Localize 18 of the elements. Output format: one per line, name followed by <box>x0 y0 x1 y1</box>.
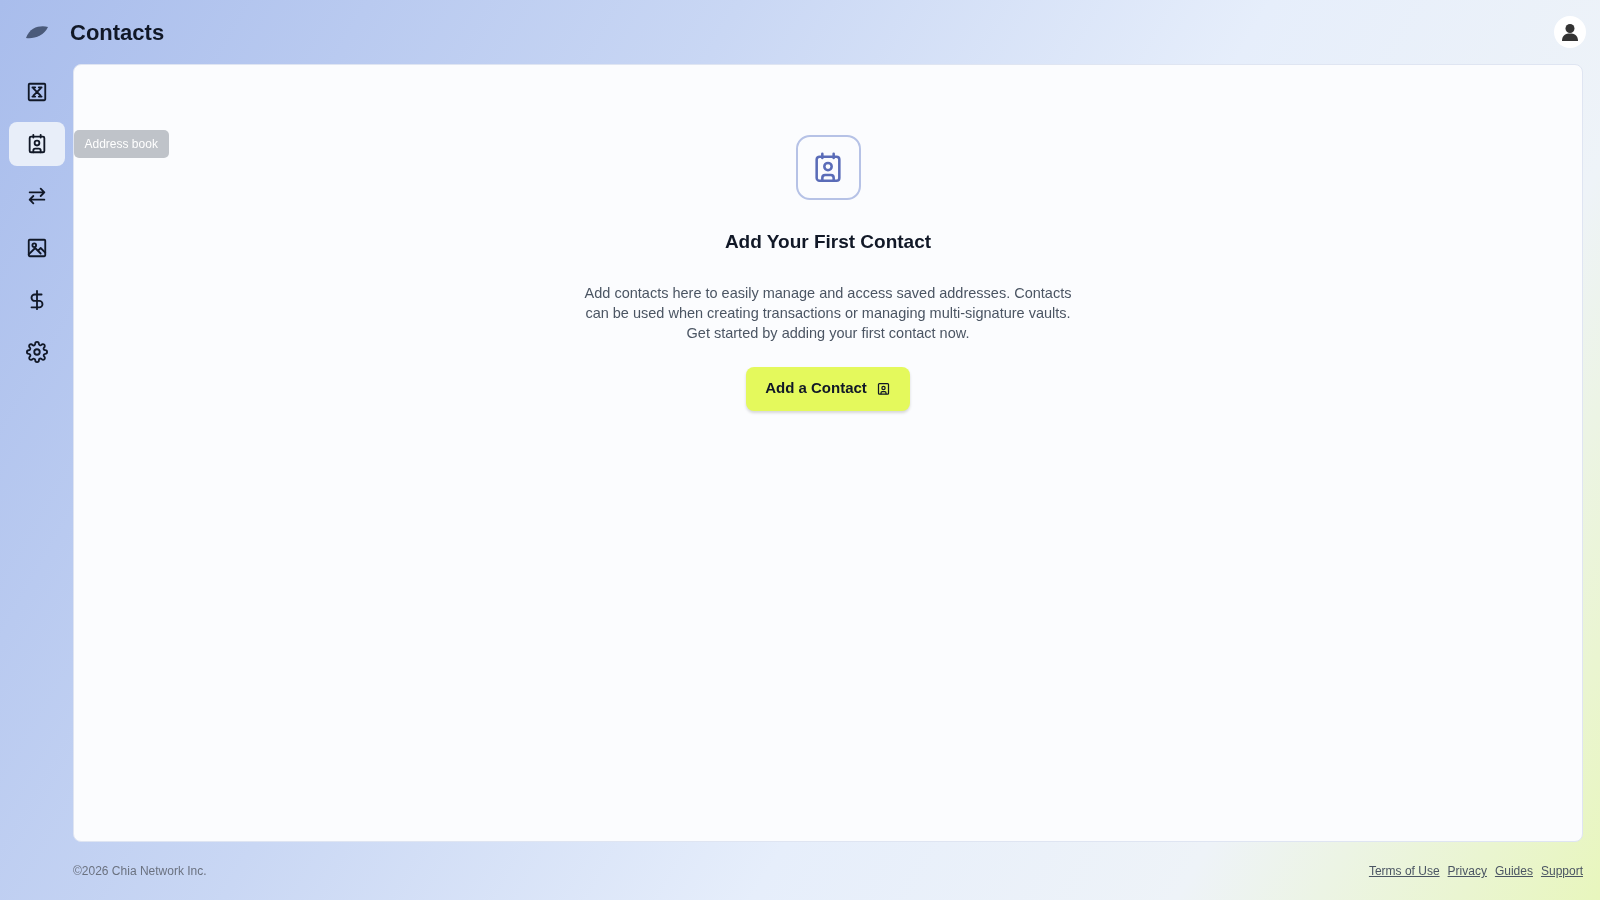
settings-icon <box>25 341 48 363</box>
user-icon <box>1560 22 1580 42</box>
sidebar-nav-button[interactable] <box>8 122 65 166</box>
contact-card-icon <box>875 381 891 396</box>
box-icon <box>25 81 48 103</box>
empty-state-title: Add Your First Contact <box>724 230 932 254</box>
footer-link[interactable]: Guides <box>1494 862 1533 880</box>
tooltip: Address book <box>73 130 169 158</box>
footer-link[interactable]: Privacy <box>1447 862 1487 880</box>
add-contact-button[interactable]: Add a Contact <box>746 366 910 411</box>
profile-button[interactable] <box>1554 16 1586 48</box>
page-title: Contacts <box>70 18 165 47</box>
copyright-text: ©2026 Chia Network Inc. <box>73 863 207 880</box>
leaf-logo-icon <box>24 24 50 40</box>
empty-state-description: Add contacts here to easily manage and access saved addresses. Contacts can be used when creating transactions or managing multi-signature vaults. Get started by adding your first contact now. <box>583 283 1073 343</box>
footer-link[interactable]: Terms of Use <box>1368 862 1440 880</box>
footer-link[interactable]: Support <box>1540 862 1583 880</box>
image-icon <box>25 237 48 259</box>
